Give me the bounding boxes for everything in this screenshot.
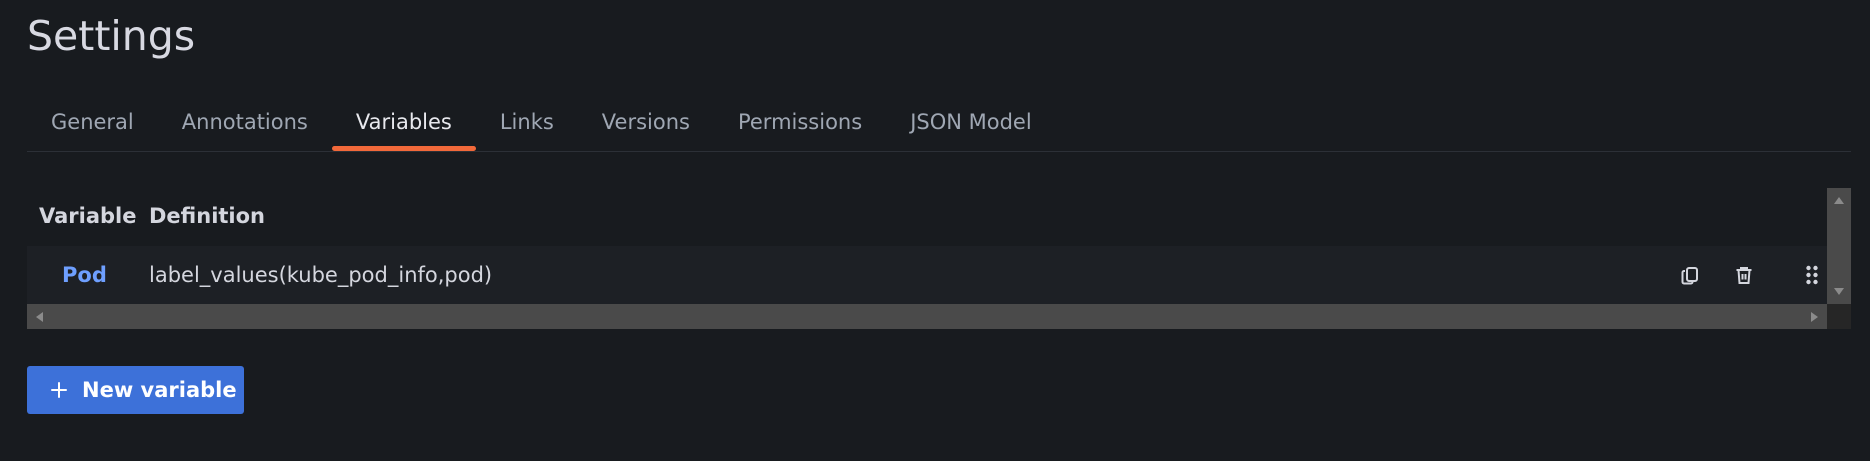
scrollbar-corner (1827, 304, 1851, 329)
duplicate-icon[interactable] (1676, 261, 1704, 289)
scroll-right-icon[interactable] (1811, 312, 1818, 322)
drag-handle-icon[interactable] (1798, 261, 1826, 289)
horizontal-scrollbar[interactable] (27, 304, 1827, 329)
new-variable-label: New variable (82, 378, 237, 402)
trash-icon[interactable] (1730, 261, 1758, 289)
tab-general[interactable]: General (27, 100, 158, 151)
tab-annotations[interactable]: Annotations (158, 100, 332, 151)
tab-variables[interactable]: Variables (331, 100, 476, 151)
variable-name-link[interactable]: Pod (62, 263, 107, 287)
settings-page: Settings General Annotations Variables L… (0, 0, 1870, 461)
variable-definition: label_values(kube_pod_info,pod) (149, 263, 493, 287)
table-row: Pod label_values(kube_pod_info,pod) (27, 246, 1827, 304)
table-header: Variable Definition (27, 188, 1827, 246)
plus-icon (51, 382, 67, 398)
tab-links[interactable]: Links (476, 100, 578, 151)
vertical-scrollbar[interactable] (1827, 188, 1851, 304)
column-header-variable: Variable (39, 204, 137, 228)
settings-tabs: General Annotations Variables Links Vers… (27, 100, 1851, 152)
new-variable-button[interactable]: New variable (27, 366, 244, 414)
column-header-definition: Definition (149, 204, 266, 228)
variables-table: Variable Definition Pod label_values(kub… (27, 188, 1851, 329)
tab-json-model[interactable]: JSON Model (886, 100, 1056, 151)
scroll-up-icon[interactable] (1834, 197, 1844, 204)
tab-versions[interactable]: Versions (578, 100, 714, 151)
scroll-left-icon[interactable] (36, 312, 43, 322)
tab-permissions[interactable]: Permissions (714, 100, 886, 151)
page-title: Settings (27, 12, 196, 60)
scroll-down-icon[interactable] (1834, 288, 1844, 295)
